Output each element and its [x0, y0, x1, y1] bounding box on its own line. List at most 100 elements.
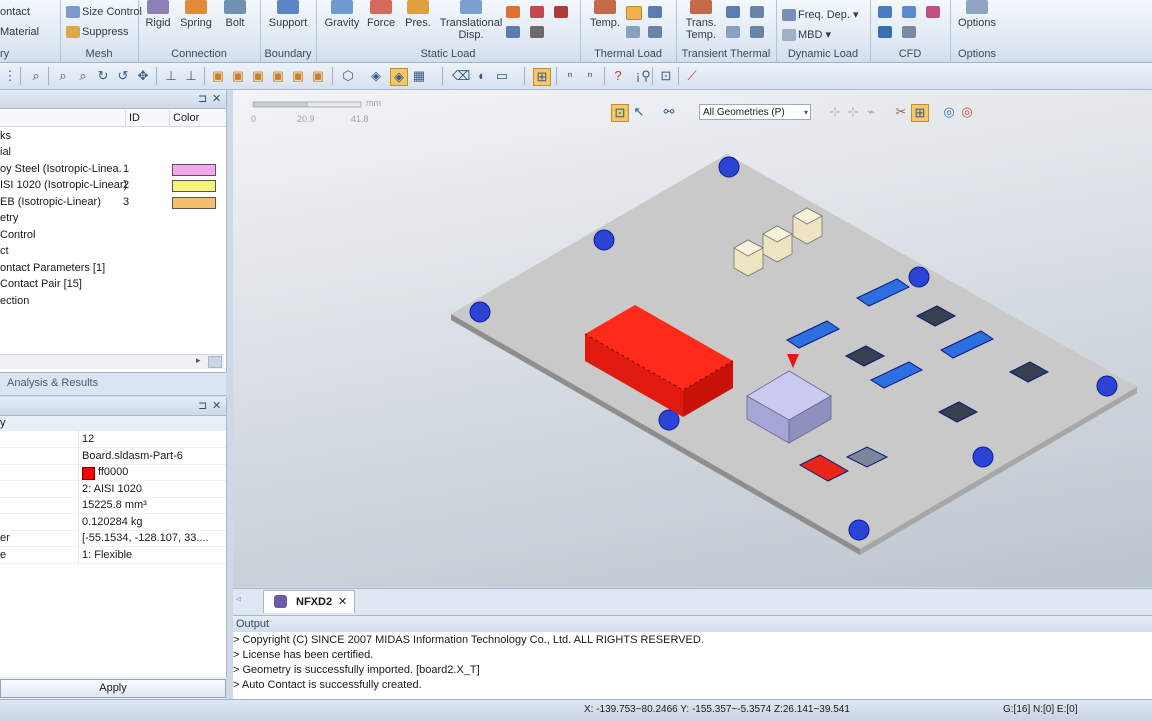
- close-icon[interactable]: ✕: [212, 92, 221, 105]
- face-select-icon[interactable]: ⌁: [863, 104, 879, 120]
- suppress-button[interactable]: Suppress: [66, 26, 128, 39]
- model-canvas[interactable]: [233, 90, 1152, 587]
- zoom-fit-icon[interactable]: ⌕: [75, 68, 91, 84]
- property-row[interactable]: 0.120284 kg: [0, 514, 226, 531]
- temp-button[interactable]: Temp.: [584, 0, 626, 29]
- tree-horizontal-scrollbar[interactable]: ▸: [0, 354, 224, 369]
- pointer-icon[interactable]: ↖: [631, 104, 647, 120]
- radiation-icon[interactable]: [626, 26, 640, 38]
- node-number-icon[interactable]: ⁿ: [562, 68, 578, 84]
- tree-item-material[interactable]: ial: [0, 144, 11, 160]
- filter-icon[interactable]: ⚯: [661, 104, 677, 120]
- select-all-icon[interactable]: ⊞: [911, 104, 929, 122]
- tab-analysis-results[interactable]: Analysis & Results: [7, 377, 98, 389]
- select-icon[interactable]: ⊡: [611, 104, 629, 122]
- close-icon[interactable]: ✕: [212, 399, 221, 412]
- material-button[interactable]: Material: [0, 26, 39, 38]
- id-column-header[interactable]: ID: [125, 110, 173, 126]
- settings-icon[interactable]: ◎: [959, 104, 975, 120]
- tree-item-contact-pair[interactable]: Contact Pair [15]: [0, 276, 82, 292]
- material-color-swatch[interactable]: [172, 197, 216, 209]
- mesh-check-icon[interactable]: ⊡: [658, 68, 674, 84]
- trans-flux-icon[interactable]: [726, 6, 740, 18]
- chevron-down-icon[interactable]: ▾: [804, 105, 808, 121]
- shaded-edges-icon[interactable]: ◈: [390, 68, 408, 86]
- property-row[interactable]: e 1: Flexible: [0, 547, 226, 564]
- view-left-icon[interactable]: ▣: [290, 68, 306, 84]
- material-color-swatch[interactable]: [172, 180, 216, 192]
- cfd-inlet-icon[interactable]: [878, 6, 892, 18]
- view-front-icon[interactable]: ▣: [230, 68, 246, 84]
- axis-2-icon[interactable]: ⊥: [183, 68, 199, 84]
- heat-source-icon[interactable]: [648, 26, 662, 38]
- trans-temp-button[interactable]: Trans. Temp.: [680, 0, 722, 41]
- translational-disp-button[interactable]: Translational Disp.: [436, 0, 506, 41]
- property-row[interactable]: 12: [0, 431, 226, 448]
- tree-item-alloy-steel[interactable]: oy Steel (Isotropic-Linea. 1: [0, 161, 226, 177]
- property-row[interactable]: er [-55.1534, -128.107, 33....: [0, 530, 226, 547]
- help-icon[interactable]: ◎: [941, 104, 957, 120]
- tree-item-contact[interactable]: ct: [0, 243, 9, 259]
- pin-icon[interactable]: ⊐: [198, 92, 207, 105]
- rotate-view-icon[interactable]: ↺: [115, 68, 131, 84]
- select-filter-icon[interactable]: ⊞: [533, 68, 551, 86]
- element-number-icon[interactable]: ⁿ: [582, 68, 598, 84]
- hide-icon[interactable]: ◐: [474, 68, 490, 84]
- gravity-button[interactable]: Gravity: [322, 0, 362, 29]
- convection-icon[interactable]: [648, 6, 662, 18]
- scroll-right-icon[interactable]: ▸: [196, 355, 201, 366]
- rotation-icon[interactable]: [506, 26, 520, 38]
- pan-icon[interactable]: ✥: [135, 68, 151, 84]
- tree-item-works[interactable]: ks: [0, 128, 11, 144]
- cfd-chart-icon[interactable]: [878, 26, 892, 38]
- tree-item-connection[interactable]: ection: [0, 293, 29, 309]
- wireframe-icon[interactable]: ▦: [411, 68, 427, 84]
- shade-icon[interactable]: ◈: [368, 68, 384, 84]
- heat-flux-icon[interactable]: [626, 6, 642, 20]
- tree-item-eb[interactable]: EB (Isotropic-Linear) 3: [0, 194, 226, 210]
- cube-icon[interactable]: ⬡: [340, 68, 356, 84]
- size-control-button[interactable]: Size Control: [66, 6, 142, 19]
- pressure-button[interactable]: Pres.: [402, 0, 434, 29]
- view-back-icon[interactable]: ▣: [310, 68, 326, 84]
- property-row[interactable]: 2: AISI 1020: [0, 481, 226, 498]
- tree-item-control[interactable]: Control: [0, 227, 35, 243]
- color-swatch[interactable]: [82, 467, 95, 480]
- view-top-icon[interactable]: ▣: [250, 68, 266, 84]
- thermometer-icon[interactable]: [554, 6, 568, 18]
- rigid-button[interactable]: Rigid: [144, 0, 172, 29]
- tree-item-aisi-1020[interactable]: ISI 1020 (Isotropic-Linear) 2: [0, 177, 226, 193]
- deselect-icon[interactable]: ✂: [893, 104, 909, 120]
- trans-source-icon[interactable]: [750, 26, 764, 38]
- tree-item-geometry[interactable]: etry: [0, 210, 18, 226]
- material-color-swatch[interactable]: [172, 164, 216, 176]
- support-button[interactable]: Support: [265, 0, 311, 29]
- property-row[interactable]: Board.sldasm-Part-6: [0, 448, 226, 465]
- property-row-color[interactable]: ff0000: [0, 464, 226, 481]
- measure-icon[interactable]: ⚲: [638, 68, 654, 84]
- model-viewport[interactable]: mm 0 20.9 41.8: [233, 90, 1152, 587]
- eraser-icon[interactable]: ⌫: [452, 68, 470, 84]
- zoom-window-icon[interactable]: ⌕: [55, 68, 71, 84]
- property-row[interactable]: 15225.8 mm³: [0, 497, 226, 514]
- tab-scroll-left-icon[interactable]: ◃: [236, 594, 241, 605]
- view-right-icon[interactable]: ▣: [270, 68, 286, 84]
- node-select-icon[interactable]: ⊹: [827, 104, 843, 120]
- rotate-icon[interactable]: ↻: [95, 68, 111, 84]
- cfd-fan-icon[interactable]: [902, 6, 916, 18]
- toggle-icon[interactable]: ▭: [494, 68, 510, 84]
- trans-convection-icon[interactable]: [750, 6, 764, 18]
- pressure-load-icon[interactable]: [530, 6, 544, 18]
- axis-icon[interactable]: ⊥: [163, 68, 179, 84]
- scroll-thumb[interactable]: [208, 356, 222, 368]
- color-column-header[interactable]: Color: [169, 110, 229, 126]
- freq-dep-button[interactable]: Freq. Dep. ▾: [782, 8, 859, 22]
- tree-item-contact-parameters[interactable]: ontact Parameters [1]: [0, 260, 105, 276]
- pin-icon[interactable]: ⊐: [198, 399, 207, 412]
- zoom-icon[interactable]: ⌕: [28, 68, 44, 84]
- cfd-settings-icon[interactable]: [902, 26, 916, 38]
- bolt-button[interactable]: Bolt: [222, 0, 248, 29]
- mbd-button[interactable]: MBD ▾: [782, 28, 831, 42]
- apply-button[interactable]: Apply: [0, 679, 226, 698]
- trans-radiation-icon[interactable]: [726, 26, 740, 38]
